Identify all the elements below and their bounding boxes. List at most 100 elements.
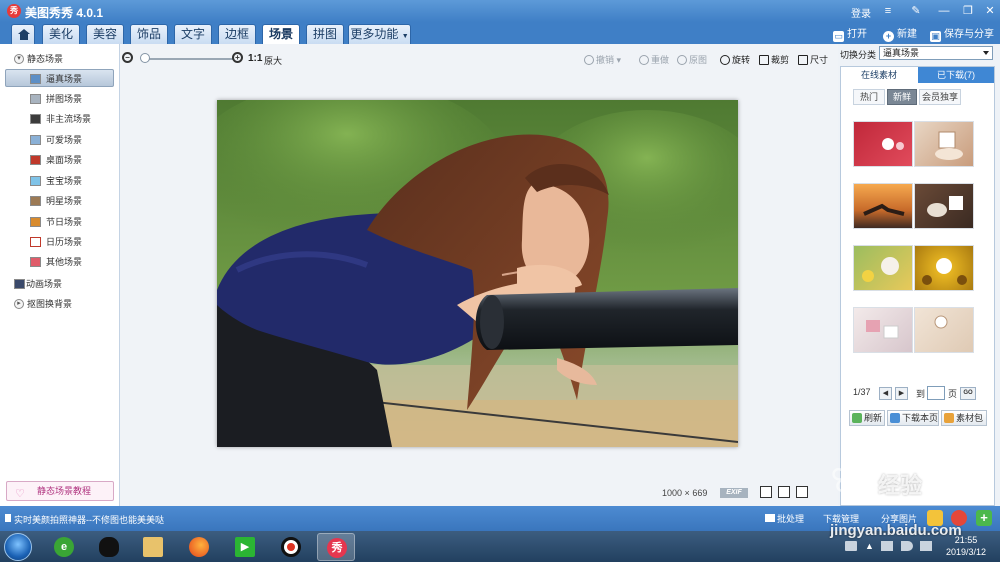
rotate-button[interactable]: 旋转 xyxy=(720,53,750,66)
category-select[interactable]: 逼真场景 xyxy=(879,46,993,60)
maximize-icon[interactable]: ❐ xyxy=(960,3,976,19)
tree-static-scene[interactable]: ▾ 静态场景 xyxy=(0,50,118,68)
taskbar-app-iqiyi[interactable]: ▶ xyxy=(226,533,264,561)
tab-scene[interactable]: 场景 xyxy=(262,24,300,44)
compare-view-icon[interactable] xyxy=(778,486,790,498)
subtab-vip-only[interactable]: 会员独享 xyxy=(919,89,961,105)
tree-item-realistic[interactable]: 逼真场景 xyxy=(5,69,114,87)
go-button[interactable]: GO xyxy=(960,387,976,400)
close-icon[interactable]: ✕ xyxy=(982,3,998,19)
start-button[interactable] xyxy=(4,533,32,561)
refresh-button[interactable]: 刷新 xyxy=(849,410,885,426)
tab-beautify[interactable]: 美化 xyxy=(42,24,80,44)
tree-item-label: 拼图场景 xyxy=(46,94,83,104)
scene-thumb-icon xyxy=(30,217,41,227)
material-thumb[interactable] xyxy=(914,183,974,229)
minimize-icon[interactable]: — xyxy=(936,3,952,19)
material-thumb[interactable] xyxy=(914,307,974,353)
tree-item-other[interactable]: 其他场景 xyxy=(0,253,118,271)
animated-scene-icon xyxy=(14,279,25,289)
volume-tray-icon[interactable] xyxy=(901,541,913,551)
tab-collage[interactable]: 拼图 xyxy=(306,24,344,44)
material-thumb[interactable] xyxy=(853,183,913,229)
zoom-out-icon[interactable]: − xyxy=(122,52,133,63)
tab-more-features[interactable]: 更多功能 ▼ xyxy=(348,24,411,44)
save-share-button[interactable]: ▣ 保存与分享 xyxy=(930,25,994,42)
crop-button[interactable]: 裁剪 xyxy=(759,53,789,66)
taskbar-app-qq[interactable] xyxy=(90,533,128,561)
taskbar-app-recorder[interactable] xyxy=(272,533,310,561)
ime-tray-icon[interactable] xyxy=(920,541,932,551)
keyboard-tray-icon[interactable] xyxy=(845,541,857,551)
taskbar-app-360[interactable]: e xyxy=(45,533,83,561)
material-thumb[interactable] xyxy=(853,121,913,167)
size-button[interactable]: 尺寸 xyxy=(798,53,828,66)
home-tab[interactable] xyxy=(11,24,35,44)
prev-page-button[interactable]: ◀ xyxy=(879,387,892,400)
page-input[interactable] xyxy=(927,386,945,400)
zoom-slider-track[interactable] xyxy=(142,58,234,60)
tree-item-cute[interactable]: 可爱场景 xyxy=(0,131,118,149)
network-tray-icon[interactable] xyxy=(881,541,893,551)
zoom-ratio-button[interactable]: 1:1 xyxy=(248,53,262,64)
tree-item-calendar[interactable]: 日历场景 xyxy=(0,233,118,251)
menu-icon[interactable]: ≡ xyxy=(880,3,896,19)
new-button[interactable]: + 新建 xyxy=(883,25,917,42)
tab-beauty[interactable]: 美容 xyxy=(86,24,124,44)
tree-item-desktop[interactable]: 桌面场景 xyxy=(0,151,118,169)
tree-item-collage[interactable]: 拼图场景 xyxy=(0,90,118,108)
undo-button[interactable]: 撤销 ▾ xyxy=(584,53,621,66)
video-icon: ▶ xyxy=(235,537,255,557)
crop-label: 裁剪 xyxy=(771,55,790,65)
tab-online-materials[interactable]: 在线素材 xyxy=(841,67,917,83)
tree-animated-scene[interactable]: 动画场景 xyxy=(0,275,118,293)
original-button[interactable]: 原图 xyxy=(677,53,707,66)
zoom-in-icon[interactable]: + xyxy=(232,52,243,63)
tree-item-star[interactable]: 明星场景 xyxy=(0,192,118,210)
subtab-hot[interactable]: 热门 xyxy=(853,89,885,105)
tree-item-baby[interactable]: 宝宝场景 xyxy=(0,172,118,190)
edited-photo[interactable] xyxy=(217,100,738,447)
original-size-label[interactable]: 原大 xyxy=(264,54,282,67)
undo-label: 撤销 xyxy=(596,55,615,65)
zoom-slider-handle[interactable] xyxy=(140,53,150,63)
material-thumb[interactable] xyxy=(853,245,913,291)
open-button[interactable]: ▭ 打开 xyxy=(833,25,867,42)
collapse-icon[interactable]: ▾ xyxy=(14,54,24,64)
skin-icon[interactable]: ✎ xyxy=(908,3,924,19)
tab-text[interactable]: 文字 xyxy=(174,24,212,44)
next-page-button[interactable]: ▶ xyxy=(895,387,908,400)
tab-downloaded[interactable]: 已下载(7) xyxy=(918,67,994,83)
single-view-icon[interactable] xyxy=(760,486,772,498)
promo-message[interactable]: 实时美颜拍照神器--不修图也能美美哒 xyxy=(14,513,164,526)
login-link[interactable]: 登录 xyxy=(851,5,871,20)
material-pack-button[interactable]: 素材包 xyxy=(941,410,987,426)
material-thumb[interactable] xyxy=(914,121,974,167)
material-thumb[interactable] xyxy=(853,307,913,353)
goto-label: 到 xyxy=(916,389,926,399)
redo-button[interactable]: 重做 xyxy=(639,53,669,66)
fullscreen-view-icon[interactable] xyxy=(796,486,808,498)
batch-process-button[interactable]: 批处理 xyxy=(765,512,804,525)
exif-button[interactable]: EXIF xyxy=(720,488,748,498)
expand-icon[interactable]: ▸ xyxy=(14,299,24,309)
qq-penguin-icon xyxy=(99,537,119,557)
record-icon xyxy=(281,537,301,557)
chevron-up-icon[interactable]: ▲ xyxy=(865,541,877,551)
heart-thumb-icon xyxy=(30,257,41,267)
subtab-fresh[interactable]: 新鲜 xyxy=(887,89,917,105)
tab-accessories[interactable]: 饰品 xyxy=(130,24,168,44)
static-scene-tutorial-button[interactable]: ♡ 静态场景教程 xyxy=(6,481,114,501)
photo-image xyxy=(217,100,738,447)
download-page-button[interactable]: 下载本页 xyxy=(887,410,939,426)
download-page-label: 下载本页 xyxy=(902,413,939,423)
taskbar-app-firefox[interactable] xyxy=(180,533,218,561)
tab-frame[interactable]: 边框 xyxy=(218,24,256,44)
material-thumb[interactable] xyxy=(914,245,974,291)
taskbar-app-meitu[interactable]: 秀 xyxy=(317,533,355,561)
taskbar-app-explorer[interactable] xyxy=(134,533,172,561)
scene-thumb-icon xyxy=(30,176,41,186)
tree-item-festival[interactable]: 节日场景 xyxy=(0,213,118,231)
tree-cutout-scene[interactable]: ▸ 抠图换背景 xyxy=(0,295,118,313)
tree-item-nonmainstream[interactable]: 非主流场景 xyxy=(0,110,118,128)
